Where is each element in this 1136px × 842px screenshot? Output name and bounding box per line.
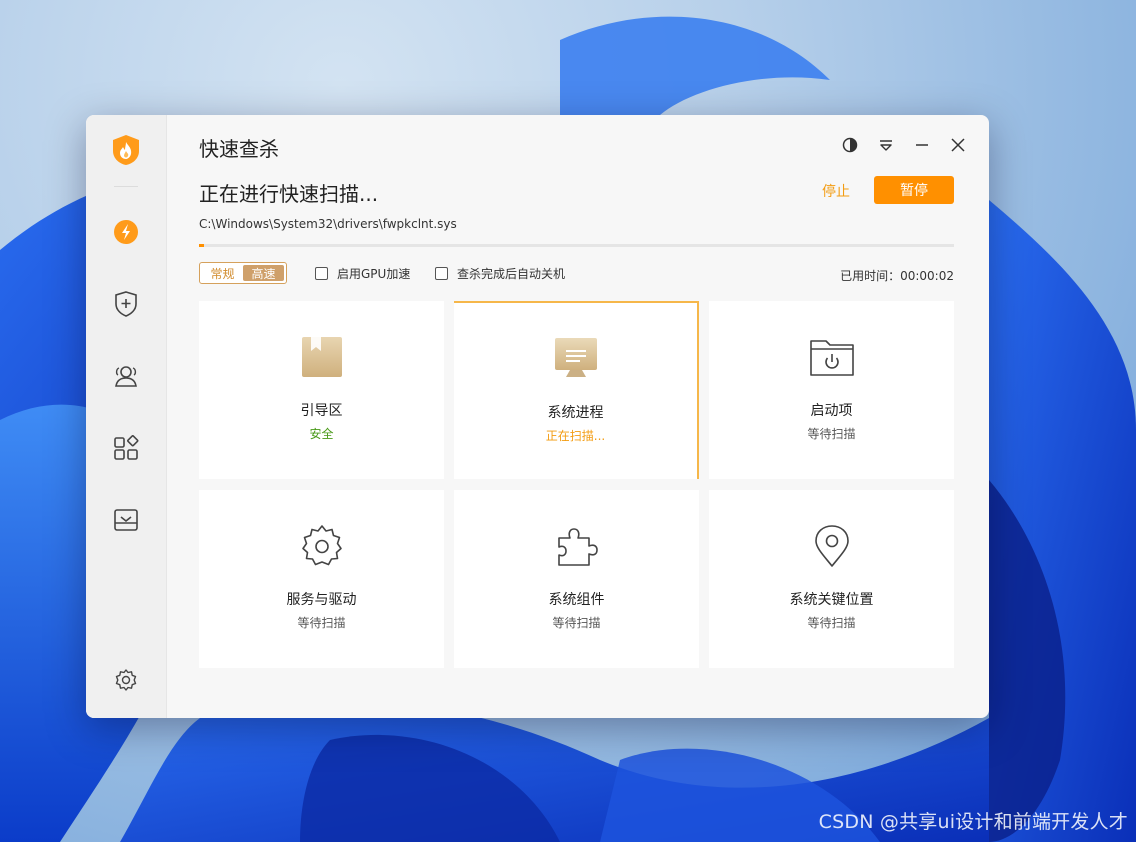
menu-dropdown-button[interactable] — [876, 135, 895, 154]
lightning-icon — [114, 220, 138, 244]
elapsed-time: 已用时间：00:00:02 — [840, 269, 954, 283]
scan-card-startup-items: 启动项 等待扫描 — [709, 301, 954, 479]
sidebar — [86, 115, 167, 718]
scan-card-system-process: 系统进程 正在扫描... — [454, 301, 699, 479]
folder-power-icon — [809, 340, 854, 376]
mode-fast-option[interactable]: 高速 — [243, 265, 284, 281]
window-controls — [840, 135, 967, 154]
card-title: 引导区 — [300, 403, 343, 419]
monitor-icon — [554, 338, 597, 377]
sidebar-item-quick-scan[interactable] — [112, 218, 140, 246]
main-panel: 快速查杀 正在进行快速扫描... 停止 暂停 C:\Windows\System… — [166, 115, 989, 718]
checkbox-box[interactable] — [435, 267, 448, 280]
close-icon — [950, 137, 965, 152]
card-title: 系统组件 — [548, 592, 605, 608]
close-button[interactable] — [948, 135, 967, 154]
card-status: 等待扫描 — [552, 616, 601, 630]
location-pin-icon — [814, 525, 849, 567]
antivirus-window: 快速查杀 正在进行快速扫描... 停止 暂停 C:\Windows\System… — [86, 115, 989, 718]
card-title: 服务与驱动 — [286, 592, 357, 608]
theme-toggle-button[interactable] — [840, 135, 859, 154]
scan-progress-fill — [199, 244, 204, 247]
apps-grid-icon — [114, 435, 139, 460]
card-title: 系统关键位置 — [789, 592, 874, 608]
card-status: 安全 — [309, 427, 334, 441]
menu-down-icon — [879, 139, 892, 151]
card-status: 正在扫描... — [545, 429, 606, 443]
stop-button[interactable]: 停止 — [822, 181, 850, 201]
minimize-icon — [915, 143, 928, 146]
sidebar-item-settings[interactable] — [112, 666, 140, 694]
gpu-acceleration-checkbox[interactable]: 启用GPU加速 — [315, 265, 410, 282]
pause-button[interactable]: 暂停 — [874, 176, 954, 204]
checkbox-box[interactable] — [315, 267, 328, 280]
users-icon — [115, 366, 137, 387]
bookmark-box-icon — [301, 337, 342, 377]
sidebar-divider — [114, 186, 138, 187]
card-title: 启动项 — [810, 403, 853, 419]
app-logo-icon — [112, 135, 140, 165]
scan-card-services-drivers: 服务与驱动 等待扫描 — [199, 490, 444, 668]
card-status: 等待扫描 — [807, 616, 856, 630]
contrast-icon — [842, 137, 857, 152]
sidebar-item-users[interactable] — [112, 362, 140, 390]
scan-progress-bar — [199, 244, 954, 247]
card-title: 系统进程 — [547, 405, 604, 421]
auto-shutdown-checkbox[interactable]: 查杀完成后自动关机 — [435, 265, 565, 282]
gpu-acceleration-label: 启用GPU加速 — [337, 267, 411, 281]
auto-shutdown-label: 查杀完成后自动关机 — [457, 267, 566, 281]
sidebar-item-toolbox[interactable] — [112, 506, 140, 534]
scan-card-system-components: 系统组件 等待扫描 — [454, 490, 699, 668]
current-scan-path: C:\Windows\System32\drivers\fwpkclnt.sys — [199, 217, 457, 231]
settings-gear-icon — [115, 669, 137, 691]
minimize-button[interactable] — [912, 135, 931, 154]
window-title: 快速查杀 — [199, 137, 279, 161]
card-status: 等待扫描 — [297, 616, 346, 630]
watermark-text: CSDN @共享ui设计和前端开发人才 — [818, 811, 1128, 833]
puzzle-icon — [557, 528, 598, 566]
scan-card-boot-sector: 引导区 安全 — [199, 301, 444, 479]
card-status: 等待扫描 — [807, 427, 856, 441]
mode-normal-option[interactable]: 常规 — [202, 265, 243, 281]
scan-mode-toggle: 常规 高速 — [199, 262, 287, 284]
tray-icon — [114, 509, 138, 531]
sidebar-item-protection[interactable] — [112, 290, 140, 318]
scan-heading: 正在进行快速扫描... — [199, 182, 379, 206]
scan-card-key-locations: 系统关键位置 等待扫描 — [709, 490, 954, 668]
shield-plus-icon — [115, 291, 137, 317]
gear-icon — [301, 525, 342, 566]
sidebar-item-apps[interactable] — [112, 434, 140, 462]
